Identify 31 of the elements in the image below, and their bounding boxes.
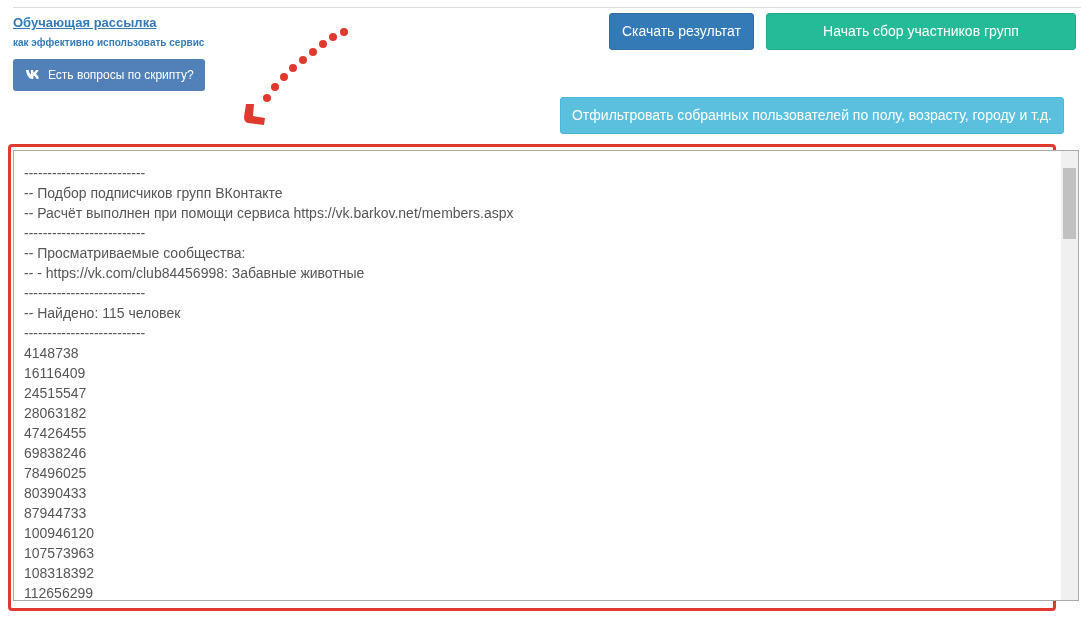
result-line: 107573963 [24, 544, 95, 563]
result-text-area[interactable] [13, 150, 1079, 601]
result-line: 4148738 [24, 344, 79, 363]
result-line: -- Подбор подписчиков групп ВКонтакте [24, 184, 283, 203]
result-line: 108318392 [24, 564, 95, 583]
result-line: -------------------------- [24, 164, 146, 183]
result-line: 28063182 [24, 404, 87, 423]
result-line: -- Расчёт выполнен при помощи сервиса https://vk.barkov.net/members.aspx [24, 204, 514, 223]
start-collection-button[interactable]: Начать сбор участников групп [766, 13, 1076, 50]
vk-logo-icon [26, 70, 40, 79]
newsletter-link[interactable]: Обучающая рассылка [13, 13, 157, 33]
download-result-button[interactable]: Скачать результат [608, 13, 754, 50]
filter-users-button[interactable]: Отфильтровать собранных пользователей по полу, возрасту, городу и т.д. [560, 97, 1064, 134]
result-line: 69838246 [24, 444, 87, 463]
newsletter-subtitle: как эффективно использовать сервис [13, 35, 205, 50]
result-line: 78496025 [24, 464, 87, 483]
result-line: -- Просматриваемые сообщества: [24, 244, 246, 263]
vk-questions-button[interactable]: Есть вопросы по скрипту? [13, 58, 205, 91]
result-line: 16116409 [24, 364, 86, 383]
result-line: 80390433 [24, 484, 87, 503]
result-line: -------------------------- [24, 224, 146, 243]
scrollbar[interactable] [1061, 151, 1078, 600]
result-line: 47426455 [24, 424, 87, 443]
result-line: -- - https://vk.com/club84456998: Забавные животные [24, 264, 365, 283]
result-line: 100946120 [24, 524, 95, 543]
result-line: 87944733 [24, 504, 87, 523]
result-line: 112656299 [24, 584, 94, 600]
result-line: 24515547 [24, 384, 87, 403]
result-line: -- Найдено: 115 человек [24, 304, 181, 323]
result-line: -------------------------- [24, 324, 146, 343]
result-line: -------------------------- [24, 284, 146, 303]
